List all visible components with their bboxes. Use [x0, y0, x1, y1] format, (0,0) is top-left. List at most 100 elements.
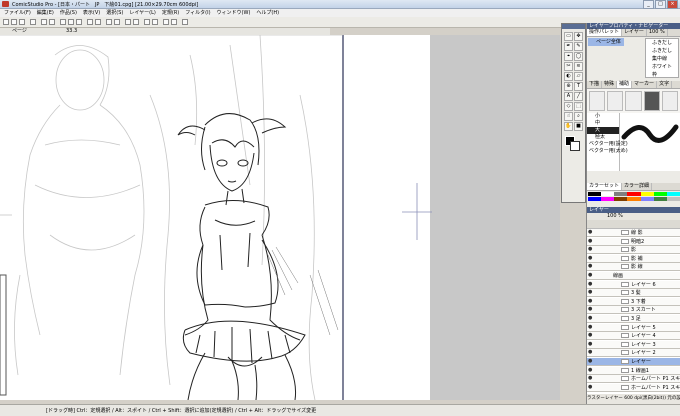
- tab-text[interactable]: 文字: [657, 81, 673, 88]
- color-swatch[interactable]: [588, 197, 602, 201]
- layer-row[interactable]: ● レイヤー 5: [587, 323, 680, 332]
- menu-ruler[interactable]: 定規(R): [162, 9, 179, 17]
- open-file-icon[interactable]: [11, 19, 17, 25]
- hand-tool-icon[interactable]: ✋: [564, 122, 573, 131]
- brush-icon[interactable]: [643, 91, 660, 111]
- brush-size-medium[interactable]: 中: [587, 120, 619, 127]
- brush-icon[interactable]: [625, 91, 642, 111]
- fill-tool-icon[interactable]: ■: [574, 122, 583, 131]
- visibility-eye-icon[interactable]: ●: [588, 264, 594, 269]
- menu-window[interactable]: ウィンドウ(W): [217, 9, 251, 17]
- color-swatch[interactable]: [653, 197, 667, 201]
- color-swatch[interactable]: [614, 192, 628, 196]
- brush-size-small[interactable]: 小: [587, 113, 619, 120]
- tab-color-detail[interactable]: カラー詳細: [622, 183, 653, 190]
- gradient-tool-icon[interactable]: ◐: [564, 72, 573, 81]
- layer-opacity[interactable]: 100 %: [587, 213, 680, 220]
- canvas[interactable]: [0, 35, 560, 400]
- maximize-button[interactable]: □: [655, 0, 666, 9]
- color-swatches[interactable]: [588, 197, 680, 201]
- pencil-tool-icon[interactable]: ✎: [574, 42, 583, 51]
- color-swatch[interactable]: [627, 197, 641, 201]
- text-tool-icon[interactable]: T: [574, 82, 583, 91]
- rotate-icon[interactable]: [106, 19, 112, 25]
- layer-row[interactable]: ● レイヤー: [587, 358, 680, 366]
- tab-zoom[interactable]: 100 %: [647, 29, 668, 36]
- color-swatches[interactable]: [588, 192, 680, 196]
- page-layer-item[interactable]: 集中線: [646, 55, 678, 63]
- cut-tool-icon[interactable]: ✂: [564, 62, 573, 71]
- menu-story[interactable]: 作品(S): [60, 9, 77, 17]
- menu-layer[interactable]: レイヤー(L): [129, 9, 156, 17]
- page-layer-item[interactable]: ふきだし: [646, 47, 678, 55]
- focus-line-tool-icon[interactable]: ⊕: [564, 82, 573, 91]
- color-swatch[interactable]: [666, 192, 680, 196]
- layer-row[interactable]: ● ホームパート P1 スキャン: [587, 383, 680, 392]
- layer-row[interactable]: ● レイヤー 4: [587, 332, 680, 341]
- layer-row[interactable]: ● 1 線画1: [587, 366, 680, 375]
- palette-icon[interactable]: [163, 19, 169, 25]
- menu-filter[interactable]: フィルタ(I): [185, 9, 210, 17]
- layer-row[interactable]: ● 影 線: [587, 263, 680, 272]
- layer-row[interactable]: ● ホームパート P1 スキャンの日: [587, 375, 680, 384]
- zoom-value[interactable]: 33.3: [66, 28, 77, 35]
- visibility-eye-icon[interactable]: ●: [588, 247, 594, 252]
- visibility-eye-icon[interactable]: ●: [588, 359, 594, 364]
- layer-row[interactable]: ● 影: [587, 246, 680, 255]
- tab-operation[interactable]: 操作パレット: [587, 29, 623, 36]
- visibility-eye-icon[interactable]: ●: [588, 333, 594, 338]
- move-tool-icon[interactable]: ✥: [574, 32, 583, 41]
- flip-icon[interactable]: [114, 19, 120, 25]
- shape-tool-icon[interactable]: ◇: [564, 102, 573, 111]
- zoom-tool-icon[interactable]: ⌕: [574, 112, 583, 121]
- zoom-out-icon[interactable]: [95, 19, 101, 25]
- visibility-eye-icon[interactable]: ●: [588, 307, 594, 312]
- menu-select[interactable]: 選択(S): [106, 9, 123, 17]
- brush-size-extra[interactable]: 極太: [587, 134, 619, 141]
- visibility-eye-icon[interactable]: ●: [588, 341, 594, 347]
- help-icon[interactable]: [182, 19, 188, 25]
- visibility-eye-icon[interactable]: ●: [588, 273, 594, 278]
- tone-tool-icon[interactable]: ≋: [574, 62, 583, 71]
- color-swatch[interactable]: [653, 192, 667, 196]
- cut-icon[interactable]: [60, 19, 66, 25]
- color-swatch[interactable]: [640, 192, 654, 196]
- minimize-button[interactable]: _: [643, 0, 654, 9]
- hand-pointer-tool-icon[interactable]: ☝: [564, 112, 573, 121]
- save-icon[interactable]: [19, 19, 25, 25]
- visibility-eye-icon[interactable]: ●: [588, 316, 594, 321]
- color-swatch[interactable]: [588, 192, 602, 196]
- pen-tool-icon[interactable]: ✒: [564, 42, 573, 51]
- menu-file[interactable]: ファイル(F): [4, 9, 31, 17]
- visibility-eye-icon[interactable]: ●: [588, 255, 594, 261]
- tab-color-set[interactable]: カラーセット: [587, 183, 623, 190]
- grid-icon[interactable]: [125, 19, 131, 25]
- color-swatch[interactable]: [627, 192, 641, 196]
- tab-layer[interactable]: レイヤー: [622, 29, 647, 36]
- page-layer-item[interactable]: 枠: [646, 71, 678, 79]
- color-swatch[interactable]: [614, 197, 628, 201]
- close-button[interactable]: ×: [667, 0, 678, 9]
- color-swatch[interactable]: [601, 197, 615, 201]
- window-icon[interactable]: [171, 19, 177, 25]
- selection-tool-icon[interactable]: ▭: [564, 32, 573, 41]
- visibility-eye-icon[interactable]: ●: [588, 238, 594, 244]
- layer-row[interactable]: ● 3 下着: [587, 297, 680, 306]
- brush-icon[interactable]: [607, 91, 624, 111]
- new-file-icon[interactable]: [3, 19, 9, 25]
- lasso-tool-icon[interactable]: ⌖: [564, 52, 573, 61]
- color-swatch[interactable]: [640, 197, 654, 201]
- tool-palette-titlebar[interactable]: [562, 24, 585, 29]
- filter-icon[interactable]: [152, 19, 158, 25]
- visibility-eye-icon[interactable]: ●: [588, 281, 594, 287]
- layer-folder[interactable]: ● 線画: [587, 272, 680, 280]
- color-swatch[interactable]: [666, 197, 680, 201]
- visibility-eye-icon[interactable]: ●: [588, 376, 594, 381]
- menu-help[interactable]: ヘルプ(H): [256, 9, 279, 17]
- layer-row[interactable]: ● レイヤー 3: [587, 340, 680, 349]
- visibility-eye-icon[interactable]: ●: [588, 384, 594, 390]
- layer-icon[interactable]: [144, 19, 150, 25]
- preset-vector[interactable]: ベクター用(設定): [587, 141, 628, 148]
- tab-assist[interactable]: 補助: [617, 81, 633, 88]
- color-swatch[interactable]: [601, 192, 615, 196]
